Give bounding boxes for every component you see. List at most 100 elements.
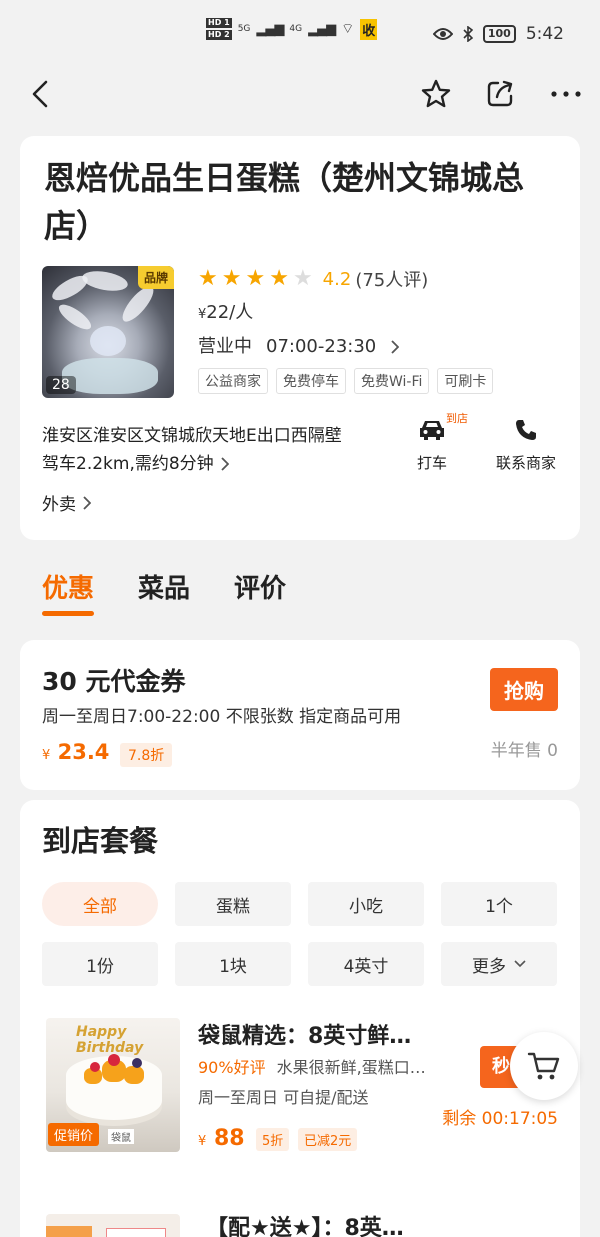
deal2-image-block [46,1226,92,1237]
shop-photo[interactable]: 品牌 28 [42,266,174,398]
deal-review: 90%好评 水果很新鲜,蛋糕口… [198,1054,468,1078]
contact-label: 联系商家 [495,454,556,472]
coupon-card[interactable]: 30 元代金券 周一至周日7:00-22:00 不限张数 指定商品可用 ¥ 23… [20,640,580,790]
hd1-label: HD 1 [206,18,232,28]
filter-chip[interactable]: 1份 [42,942,158,986]
signal-icon: ▂▄▆ [256,21,284,37]
status-right: 100 5:42 [432,24,564,44]
deal-name[interactable]: 袋鼠精选：8英寸鲜… [198,1018,448,1050]
price-symbol: ¥ [42,748,51,763]
service-tags: 公益商家 免费停车 免费Wi-Fi 可刷卡 [198,368,494,394]
photo-count: 28 [46,376,76,394]
package-filters: 全部 蛋糕 小吃 1个 1份 1块 4英寸 更多 [42,882,558,986]
star-icon: ★ [198,266,218,291]
deal-price: ¥ 88 [198,1126,245,1151]
buy-coupon-button[interactable]: 抢购 [490,668,558,711]
photo-feather [80,268,130,294]
taxi-button[interactable]: 打车 [392,418,472,473]
deal-countdown: 剩余 00:17:05 [442,1109,558,1129]
filter-more-chip[interactable]: 更多 [441,942,557,986]
deal-name[interactable]: 【配★送★】：8英… [206,1210,466,1237]
drive-info: 驾车2.2km,需约8分钟 [42,454,214,474]
coupon-rule: 周一至周日7:00-22:00 不限张数 指定商品可用 [42,707,402,727]
status-bar: HD 1 HD 2 5G ▂▄▆ 4G ▂▄▆ ⌔ 收 100 5:42 [0,0,600,62]
service-tag: 公益商家 [198,368,268,394]
filter-chip[interactable]: 蛋糕 [175,882,291,926]
tab-dishes[interactable]: 菜品 [138,568,190,614]
hd-indicator: HD 1 HD 2 [206,18,232,40]
fruit-berry [132,1058,142,1068]
contact-button[interactable]: 联系商家 [486,418,566,473]
shop-meta: ★ ★ ★ ★ ★ 4.2 (75人评) ¥22/人 营业中 07:00-23:… [198,264,494,394]
tab-deals[interactable]: 优惠 [42,568,95,616]
filter-chip[interactable]: 1块 [175,942,291,986]
coupon-price: ¥ 23.4 [42,740,109,764]
packages-card: 到店套餐 全部 蛋糕 小吃 1个 1份 1块 4英寸 更多 Happy Birt… [20,800,580,1237]
rating-value: 4.2 [322,268,352,290]
filter-chip[interactable]: 1个 [441,882,557,926]
filter-chip[interactable]: 4英寸 [308,942,424,986]
star-icon: ★ [269,266,289,291]
fruit-berry [108,1054,120,1066]
price-symbol: ¥ [198,1134,207,1149]
signal-icon-2: ▂▄▆ [308,21,336,37]
fruit-mango [124,1066,144,1084]
nav-bar [0,62,600,128]
favorite-button[interactable] [418,76,454,112]
phone-icon [516,420,536,440]
filter-chip[interactable]: 全部 [42,882,158,926]
good-rate: 90%好评 [198,1058,266,1077]
shou-badge: 收 [360,18,378,40]
bluetooth-icon [463,26,473,42]
packages-title: 到店套餐 [42,824,159,858]
share-button[interactable] [482,76,518,112]
back-button[interactable] [22,76,58,112]
price-per-person: 22/人 [206,302,254,323]
chevron-right-icon [391,340,400,354]
chevron-down-icon [514,960,526,968]
deal-discount: 5折 [256,1128,290,1151]
wifi-icon: ⌔ [341,21,355,37]
photo-feather [55,300,95,334]
deal-price-value: 88 [213,1126,245,1151]
coupon-price-value: 23.4 [57,740,110,764]
star-icon: ★ [221,266,242,291]
taxi-label: 打车 [416,454,447,472]
open-hours: 07:00-23:30 [266,336,377,357]
service-tag: 免费Wi-Fi [354,368,430,394]
service-tag: 可刷卡 [437,368,494,394]
cake-topper-text: Happy Birthday [76,1024,144,1056]
eye-icon [432,28,453,40]
net1-label: 5G [237,24,251,34]
more-button[interactable] [548,76,584,112]
shop-info-card: 恩焙优品生日蛋糕（楚州文锦城总店） 品牌 28 ★ ★ ★ ★ ★ 4.2 (7… [20,136,580,540]
filter-chip[interactable]: 小吃 [308,882,424,926]
takeout-link[interactable]: 外卖 [42,490,91,515]
drive-row: 驾车2.2km,需约8分钟 [42,450,342,478]
deal-usage: 周一至周日 可自提/配送 [198,1088,369,1107]
battery-icon: 100 [482,25,516,43]
rating-count: (75人评) [355,270,429,291]
hd2-label: HD 2 [206,30,232,40]
deal2-image-box [106,1228,166,1237]
more-dots-icon [551,91,581,97]
hours-row[interactable]: 营业中 07:00-23:30 [198,332,493,362]
cart-button[interactable] [510,1032,578,1100]
tab-reviews[interactable]: 评价 [234,568,286,614]
deal-image[interactable] [46,1214,180,1237]
shop-address: 淮安区淮安区文锦城欣天地E出口西隔壁 [42,426,342,446]
price-per-person-row: ¥22/人 [198,298,493,328]
star-icon: ★ [245,266,266,291]
coupon-title: 30 元代金券 [42,667,186,696]
deal-image[interactable]: Happy Birthday 促销价 袋鼠 [46,1018,180,1152]
shop-name: 恩焙优品生日蛋糕（楚州文锦城总店） [44,159,525,245]
address-block[interactable]: 淮安区淮安区文锦城欣天地E出口西隔壁 驾车2.2km,需约8分钟 [42,422,342,478]
section-tabs: 优惠 菜品 评价 [42,568,286,616]
open-status: 营业中 [198,336,252,357]
photo-cake-top [90,326,126,356]
chevron-right-icon [83,495,91,510]
service-tag: 免费停车 [276,368,346,394]
rating-row[interactable]: ★ ★ ★ ★ ★ 4.2 (75人评) [198,264,493,294]
car-icon [420,421,444,440]
photo-cake-base [62,358,158,394]
